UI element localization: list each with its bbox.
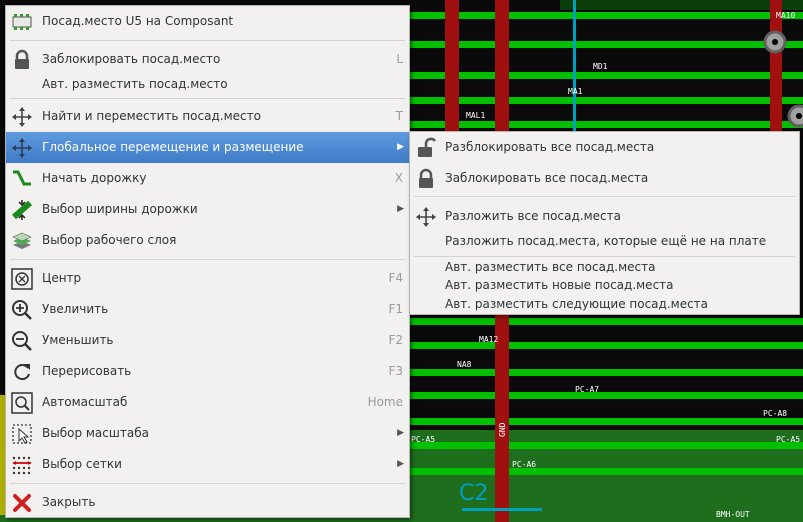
menu-item-zoom-in[interactable]: Увеличить F1 [6, 294, 409, 325]
net-label: MA10 [776, 11, 795, 20]
menu-item-label: Заблокировать все посад.места [445, 171, 649, 185]
move-icon [415, 206, 437, 228]
zoom-fit-icon [11, 392, 33, 414]
global-move-submenu: Разблокировать все посад.места Заблокиро… [409, 131, 800, 315]
footprint-icon [11, 11, 33, 33]
menu-item-global-move-place[interactable]: Глобальное перемещение и размещение ▶ [6, 132, 409, 163]
menu-separator [414, 196, 795, 197]
net-label: PC-A7 [575, 385, 599, 394]
context-menu: Посад.место U5 на Composant Заблокироват… [5, 5, 410, 518]
zoom-center-icon [11, 268, 33, 290]
menu-item-label: Увеличить [42, 302, 109, 316]
menu-item-label: Выбор сетки [42, 457, 122, 471]
menu-item-label: Авт. разместить следующие посад.места [445, 297, 709, 311]
menu-item-autoplace-footprint[interactable]: Авт. разместить посад.место [6, 69, 409, 100]
menu-item-label: Выбор ширины дорожки [42, 202, 198, 216]
menu-item-label: Закрыть [42, 495, 96, 509]
submenu-arrow-icon: ▶ [397, 428, 404, 438]
menu-item-autoplace-next[interactable]: Авт. разместить следующие посад.места [410, 289, 799, 320]
menu-item-label: Посад.место U5 на Composant [42, 14, 234, 28]
menu-item-label: Выбор рабочего слоя [42, 233, 177, 247]
unlock-icon [415, 137, 437, 159]
menu-item-label: Найти и переместить посад.место [42, 109, 261, 123]
menu-item-zoom-out[interactable]: Уменьшить F2 [6, 325, 409, 356]
net-label: GND [498, 422, 507, 437]
component-ref: C2 [459, 481, 488, 506]
shortcut-label: Home [367, 395, 403, 409]
menu-item-footprint-info[interactable]: Посад.место U5 на Composant [6, 6, 409, 37]
zoom-select-icon [11, 423, 33, 445]
menu-item-label: Перерисовать [42, 364, 132, 378]
net-label: MD1 [593, 62, 608, 71]
zoom-out-icon [11, 330, 33, 352]
net-label: MAL1 [466, 111, 485, 120]
lock-icon [11, 49, 33, 71]
grid-icon [11, 454, 33, 476]
menu-item-unlock-all-footprints[interactable]: Разблокировать все посад.места [410, 132, 799, 163]
submenu-arrow-icon: ▶ [397, 142, 404, 152]
menu-separator [10, 259, 405, 260]
net-label: BMH-OUT [716, 510, 750, 519]
menu-item-zoom-center[interactable]: Центр F4 [6, 263, 409, 294]
net-label: PC-A5 [776, 435, 800, 444]
menu-item-zoom-fit[interactable]: Автомасштаб Home [6, 387, 409, 418]
menu-item-select-layer[interactable]: Выбор рабочего слоя [6, 225, 409, 256]
close-icon [11, 492, 33, 514]
menu-item-label: Авт. разместить посад.место [42, 77, 228, 91]
shortcut-label: F2 [388, 333, 403, 347]
net-label: MA1 [568, 87, 583, 96]
menu-item-grid-select[interactable]: Выбор сетки ▶ [6, 449, 409, 480]
route-track-icon [11, 168, 33, 190]
submenu-arrow-icon: ▶ [397, 459, 404, 469]
shortcut-label: F3 [388, 364, 403, 378]
menu-item-zoom-select[interactable]: Выбор масштаба ▶ [6, 418, 409, 449]
menu-item-close[interactable]: Закрыть [6, 487, 409, 518]
menu-separator [10, 40, 405, 41]
net-label: PC-A5 [411, 435, 435, 444]
net-label: PC-A6 [512, 460, 536, 469]
menu-separator [10, 98, 405, 99]
shortcut-label: F1 [388, 302, 403, 316]
net-label: MA12 [479, 335, 498, 344]
menu-separator [10, 483, 405, 484]
menu-item-lock-all-footprints[interactable]: Заблокировать все посад.места [410, 163, 799, 194]
shortcut-label: F4 [388, 271, 403, 285]
zoom-in-icon [11, 299, 33, 321]
layers-icon [11, 230, 33, 252]
menu-item-label: Центр [42, 271, 82, 285]
menu-item-label: Глобальное перемещение и размещение [42, 140, 304, 154]
submenu-arrow-icon: ▶ [397, 204, 404, 214]
menu-item-label: Начать дорожку [42, 171, 147, 185]
lock-icon [415, 168, 437, 190]
net-label: NA8 [457, 360, 472, 369]
menu-item-label: Автомасштаб [42, 395, 128, 409]
menu-item-redraw[interactable]: Перерисовать F3 [6, 356, 409, 387]
redraw-icon [11, 361, 33, 383]
move-icon [11, 137, 33, 159]
menu-item-find-move-footprint[interactable]: Найти и переместить посад.место T [6, 101, 409, 132]
track-width-icon [11, 199, 33, 221]
menu-item-track-width[interactable]: Выбор ширины дорожки ▶ [6, 194, 409, 225]
menu-item-label: Разблокировать все посад.места [445, 140, 655, 154]
shortcut-label: X [394, 171, 403, 185]
menu-item-route-track[interactable]: Начать дорожку X [6, 163, 409, 194]
net-label: PC-A8 [763, 409, 787, 418]
move-icon [11, 106, 33, 128]
shortcut-label: T [395, 109, 403, 123]
menu-item-label: Уменьшить [42, 333, 114, 347]
menu-item-label: Выбор масштаба [42, 426, 149, 440]
